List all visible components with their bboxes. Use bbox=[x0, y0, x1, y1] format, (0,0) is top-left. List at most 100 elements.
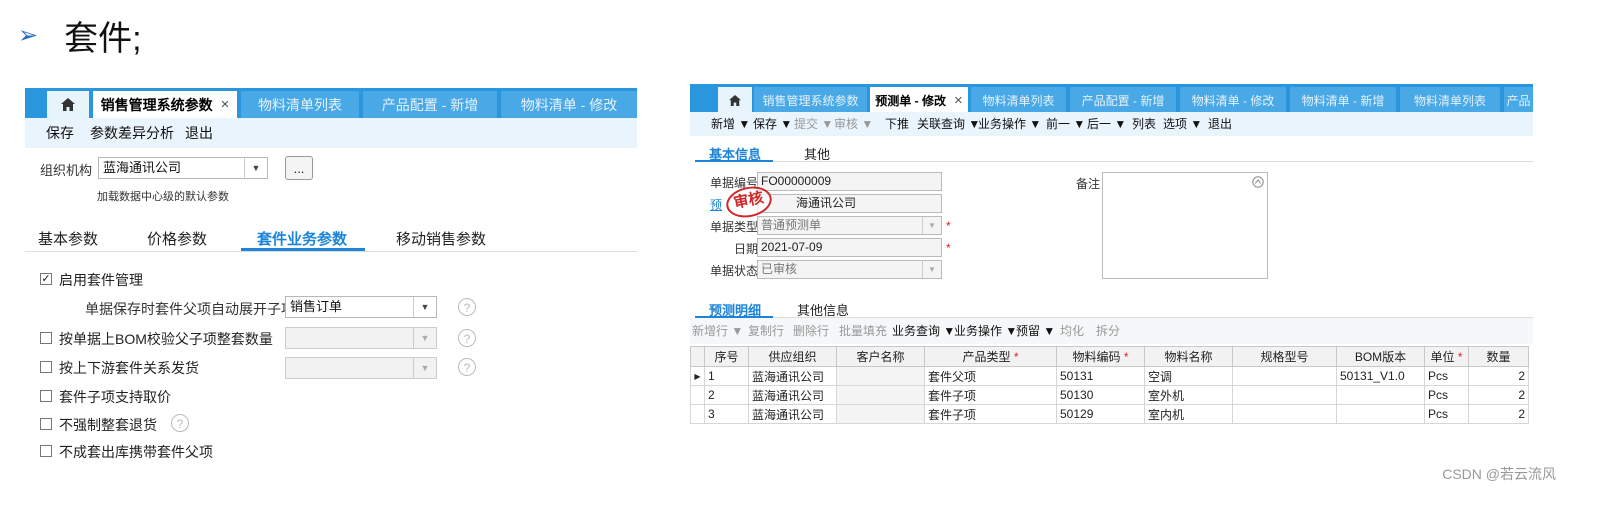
batch-fill-button[interactable]: 批量填充 bbox=[839, 318, 887, 344]
col-material-name[interactable]: 物料名称 bbox=[1144, 346, 1233, 367]
tab-sales-params[interactable]: 销售管理系统参数 × bbox=[93, 91, 237, 118]
delete-row-button[interactable]: 删除行 bbox=[793, 318, 829, 344]
col-qty[interactable]: 数量 bbox=[1468, 346, 1529, 367]
cell-material-name[interactable]: 室外机 bbox=[1144, 385, 1233, 405]
bill-no-field[interactable]: FO00000009 bbox=[757, 172, 942, 191]
bom-check-checkbox[interactable] bbox=[40, 332, 52, 344]
table-row[interactable]: 3 蓝海通讯公司 套件子项 50129 室内机 Pcs 2 bbox=[690, 404, 1529, 424]
org-browse-button[interactable]: ... bbox=[285, 156, 313, 180]
cell-material-name[interactable]: 室内机 bbox=[1144, 404, 1233, 424]
tab-bom-edit[interactable]: 物料清单 - 修改 bbox=[1180, 87, 1286, 114]
average-button[interactable]: 均化 bbox=[1060, 318, 1084, 344]
related-query-button[interactable]: 关联查询 ▼ bbox=[917, 112, 980, 136]
list-button[interactable]: 列表 bbox=[1132, 112, 1156, 136]
close-icon[interactable]: × bbox=[221, 96, 230, 113]
param-diff-button[interactable]: 参数差异分析 bbox=[90, 118, 174, 148]
cell-seq[interactable]: 2 bbox=[704, 385, 749, 405]
enable-kit-checkbox[interactable]: ✓ bbox=[40, 273, 52, 285]
submit-button[interactable]: 提交 ▼ bbox=[794, 112, 833, 136]
ship-by-kit-select[interactable]: ▼ bbox=[285, 357, 437, 379]
new-button[interactable]: 新增 ▼ bbox=[711, 112, 750, 136]
save-button[interactable]: 保存 bbox=[46, 118, 74, 148]
cell-seq[interactable]: 1 bbox=[704, 366, 749, 386]
split-button[interactable]: 拆分 bbox=[1096, 318, 1120, 344]
cell-supply-org[interactable]: 蓝海通讯公司 bbox=[748, 366, 837, 386]
tab-product-config-new[interactable]: 产品配置 - 新增 bbox=[363, 91, 497, 118]
bom-check-select[interactable]: ▼ bbox=[285, 327, 437, 349]
tab-kit-params[interactable]: 套件业务参数 bbox=[257, 228, 347, 249]
tab-product-config-new[interactable]: 产品配置 - 新增 bbox=[1070, 87, 1176, 114]
cell-seq[interactable]: 3 bbox=[704, 404, 749, 424]
business-op-button[interactable]: 业务操作 ▼ bbox=[978, 112, 1041, 136]
tab-basic-params[interactable]: 基本参数 bbox=[38, 228, 98, 249]
exit-button[interactable]: 退出 bbox=[1208, 112, 1232, 136]
tab-bom-new[interactable]: 物料清单 - 新增 bbox=[1290, 87, 1396, 114]
col-bom-version[interactable]: BOM版本 bbox=[1336, 346, 1425, 367]
cell-customer[interactable] bbox=[836, 366, 925, 386]
exit-button[interactable]: 退出 bbox=[185, 118, 213, 148]
cell-qty[interactable]: 2 bbox=[1468, 404, 1529, 424]
next-button[interactable]: 后一 ▼ bbox=[1087, 112, 1126, 136]
save-button[interactable]: 保存 ▼ bbox=[753, 112, 792, 136]
previous-button[interactable]: 前一 ▼ bbox=[1046, 112, 1085, 136]
status-select[interactable]: 已审核 ▼ bbox=[757, 260, 942, 279]
col-supply-org[interactable]: 供应组织 bbox=[748, 346, 837, 367]
col-product-type[interactable]: 产品类型 * bbox=[924, 346, 1057, 367]
cell-unit[interactable]: Pcs bbox=[1424, 366, 1469, 386]
audit-button[interactable]: 审核 ▼ bbox=[834, 112, 873, 136]
cell-qty[interactable]: 2 bbox=[1468, 385, 1529, 405]
col-unit[interactable]: 单位 * bbox=[1424, 346, 1469, 367]
cell-material-code[interactable]: 50131 bbox=[1056, 366, 1145, 386]
tab-bom-list-2[interactable]: 物料清单列表 bbox=[1400, 87, 1500, 114]
cell-product-type[interactable]: 套件子项 bbox=[924, 404, 1057, 424]
help-icon[interactable]: ? bbox=[458, 329, 476, 347]
cell-supply-org[interactable]: 蓝海通讯公司 bbox=[748, 385, 837, 405]
home-tab[interactable] bbox=[47, 91, 89, 118]
copy-row-button[interactable]: 复制行 bbox=[748, 318, 784, 344]
cell-supply-org[interactable]: 蓝海通讯公司 bbox=[748, 404, 837, 424]
cell-unit[interactable]: Pcs bbox=[1424, 404, 1469, 424]
col-spec[interactable]: 规格型号 bbox=[1232, 346, 1337, 367]
help-icon[interactable]: ? bbox=[171, 414, 189, 432]
tab-sales-params[interactable]: 销售管理系统参数 bbox=[754, 87, 867, 114]
cell-material-code[interactable]: 50129 bbox=[1056, 404, 1145, 424]
cell-customer[interactable] bbox=[836, 385, 925, 405]
cell-product-type[interactable]: 套件子项 bbox=[924, 385, 1057, 405]
table-row[interactable]: 2 蓝海通讯公司 套件子项 50130 室外机 Pcs 2 bbox=[690, 385, 1529, 405]
col-material-code[interactable]: 物料编码 * bbox=[1056, 346, 1145, 367]
cell-customer[interactable] bbox=[836, 404, 925, 424]
add-row-button[interactable]: 新增行 ▼ bbox=[692, 318, 743, 344]
cell-bom-version[interactable]: 50131_V1.0 bbox=[1336, 366, 1425, 386]
cell-qty[interactable]: 2 bbox=[1468, 366, 1529, 386]
close-icon[interactable]: × bbox=[954, 92, 963, 109]
home-tab[interactable] bbox=[718, 87, 752, 114]
table-row[interactable]: ▶ 1 蓝海通讯公司 套件父项 50131 空调 50131_V1.0 Pcs … bbox=[690, 366, 1529, 386]
cell-unit[interactable]: Pcs bbox=[1424, 385, 1469, 405]
carry-parent-checkbox[interactable] bbox=[40, 445, 52, 457]
expand-icon[interactable] bbox=[1252, 176, 1264, 188]
tab-price-params[interactable]: 价格参数 bbox=[147, 228, 207, 249]
tab-bom-edit[interactable]: 物料清单 - 修改 bbox=[501, 91, 637, 118]
help-icon[interactable]: ? bbox=[458, 358, 476, 376]
org-label-link[interactable]: 预 bbox=[710, 196, 722, 213]
cell-bom-version[interactable] bbox=[1336, 404, 1425, 424]
tab-bom-list[interactable]: 物料清单列表 bbox=[241, 91, 359, 118]
push-down-button[interactable]: 下推 bbox=[885, 112, 909, 136]
bill-type-select[interactable]: 普通预测单 ▼ bbox=[757, 216, 942, 235]
business-query-button[interactable]: 业务查询 ▼ bbox=[892, 318, 955, 344]
no-force-return-checkbox[interactable] bbox=[40, 418, 52, 430]
col-seq[interactable]: 序号 bbox=[704, 346, 749, 367]
org-select[interactable]: 蓝海通讯公司 ▼ bbox=[98, 157, 268, 179]
col-customer[interactable]: 客户名称 bbox=[836, 346, 925, 367]
business-op-button[interactable]: 业务操作 ▼ bbox=[954, 318, 1017, 344]
cell-material-name[interactable]: 空调 bbox=[1144, 366, 1233, 386]
options-button[interactable]: 选项 ▼ bbox=[1163, 112, 1202, 136]
tab-bom-list[interactable]: 物料清单列表 bbox=[971, 87, 1066, 114]
auto-expand-select[interactable]: 销售订单 ▼ bbox=[285, 296, 437, 318]
reserve-button[interactable]: 预留 ▼ bbox=[1016, 318, 1055, 344]
cell-spec[interactable] bbox=[1232, 366, 1337, 386]
cell-spec[interactable] bbox=[1232, 404, 1337, 424]
cell-spec[interactable] bbox=[1232, 385, 1337, 405]
cell-product-type[interactable]: 套件父项 bbox=[924, 366, 1057, 386]
kit-child-price-checkbox[interactable] bbox=[40, 390, 52, 402]
